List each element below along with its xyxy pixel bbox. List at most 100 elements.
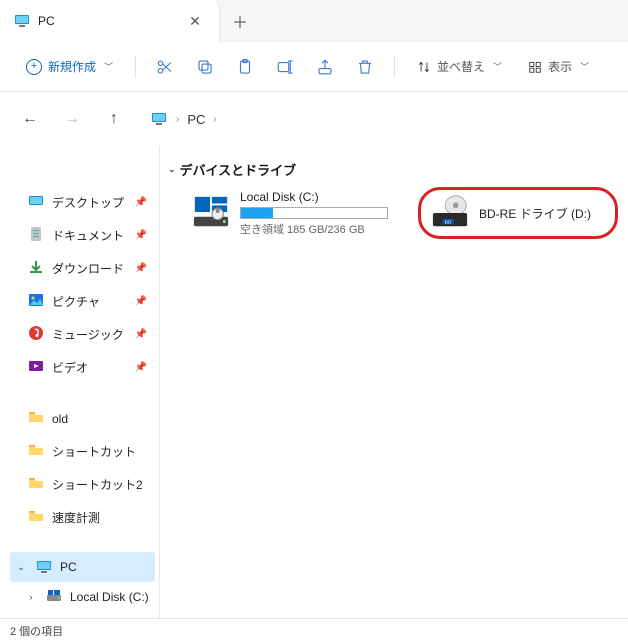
back-button[interactable]: ←	[14, 103, 46, 135]
forward-button[interactable]: →	[56, 103, 88, 135]
chevron-down-icon: ﹀	[493, 60, 502, 73]
desktop-icon	[28, 193, 44, 212]
address-bar[interactable]: › PC ›	[150, 111, 217, 127]
local-disk-icon	[192, 194, 230, 232]
pin-icon: 📌	[135, 329, 147, 340]
view-label: 表示	[548, 58, 572, 75]
folder-icon	[28, 442, 44, 461]
sidebar-item-label: old	[52, 412, 151, 426]
sidebar-pc-label: PC	[60, 560, 151, 574]
view-icon	[528, 60, 542, 74]
title-bar: PC ✕ ＋	[0, 0, 628, 42]
plus-circle-icon: +	[26, 59, 42, 75]
sidebar-item-music-4[interactable]: ミュージック 📌	[10, 318, 155, 351]
up-button[interactable]: ↑	[98, 103, 130, 135]
pin-icon: 📌	[135, 362, 147, 373]
status-bar: 2 個の項目	[0, 618, 628, 642]
sidebar-item-label: ピクチャ	[52, 293, 127, 310]
sidebar-item-picture-3[interactable]: ピクチャ 📌	[10, 285, 155, 318]
drive-local-disk-c[interactable]: Local Disk (C:) 空き領域 185 GB/236 GB	[190, 187, 390, 239]
sidebar-item-label: ビデオ	[52, 359, 127, 376]
sidebar-item-document-1[interactable]: ドキュメント 📌	[10, 219, 155, 252]
expand-icon[interactable]: ⌄	[14, 562, 28, 573]
sidebar-item-folder-8[interactable]: ショートカット2	[10, 468, 155, 501]
separator	[135, 56, 136, 78]
download-icon	[28, 259, 44, 278]
sidebar-item-folder-9[interactable]: 速度計測	[10, 501, 155, 534]
tab-close-button[interactable]: ✕	[181, 7, 209, 35]
chevron-right-icon: ›	[213, 114, 216, 125]
sidebar-local-disk-label: Local Disk (C:)	[70, 590, 151, 604]
delete-button[interactable]	[348, 50, 382, 84]
toolbar: + 新規作成 ﹀ 並べ替え ﹀ 表示 ﹀	[0, 42, 628, 92]
pin-icon: 📌	[135, 197, 147, 208]
sidebar-item-label: ショートカット	[52, 443, 151, 460]
sidebar-item-folder-6[interactable]: old	[10, 402, 155, 435]
content-pane: ⌄ デバイスとドライブ Local D	[160, 146, 628, 618]
sort-button[interactable]: 並べ替え ﹀	[407, 52, 512, 81]
capacity-bar	[240, 207, 388, 219]
drive-icon	[46, 589, 62, 605]
view-button[interactable]: 表示 ﹀	[518, 52, 599, 81]
capacity-text: 空き領域 185 GB/236 GB	[240, 221, 388, 237]
sidebar-item-desktop-0[interactable]: デスクトップ📌	[10, 186, 155, 219]
drive-info: BD-RE ドライブ (D:)	[479, 205, 605, 222]
sidebar: デスクトップ📌ドキュメント📌ダウンロード📌ピクチャ📌ミュージック📌ビデオ📌old…	[0, 146, 160, 618]
svg-text:BD: BD	[445, 219, 452, 225]
music-icon	[28, 325, 44, 344]
sidebar-item-label: ショートカット2	[52, 476, 151, 493]
rename-button[interactable]	[268, 50, 302, 84]
tab-title: PC	[38, 14, 173, 28]
drive-bd-re-d[interactable]: BD BD-RE ドライブ (D:)	[418, 187, 618, 239]
separator	[394, 56, 395, 78]
drive-name: Local Disk (C:)	[240, 190, 388, 204]
pc-icon	[150, 111, 168, 127]
pc-icon	[36, 559, 52, 575]
pc-icon	[14, 13, 30, 29]
chevron-down-icon: ﹀	[580, 60, 589, 73]
rename-icon	[276, 58, 294, 76]
scissors-icon	[156, 58, 174, 76]
drive-info: Local Disk (C:) 空き領域 185 GB/236 GB	[240, 190, 388, 237]
share-icon	[316, 58, 334, 76]
new-button[interactable]: + 新規作成 ﹀	[16, 52, 123, 81]
sidebar-item-download-2[interactable]: ダウンロード📌	[10, 252, 155, 285]
collapse-icon[interactable]: ⌄	[168, 164, 176, 175]
chevron-right-icon: ›	[176, 114, 179, 125]
copy-icon	[196, 58, 214, 76]
paste-button[interactable]	[228, 50, 262, 84]
sort-icon	[417, 60, 431, 74]
picture-icon	[28, 292, 44, 311]
sidebar-item-local-disk[interactable]: › Local Disk (C:)	[10, 582, 155, 612]
sidebar-item-folder-7[interactable]: ショートカット	[10, 435, 155, 468]
breadcrumb-root[interactable]: PC	[187, 112, 205, 127]
clipboard-icon	[236, 58, 254, 76]
pin-icon: 📌	[135, 230, 147, 241]
status-text: 2 個の項目	[10, 623, 63, 639]
share-button[interactable]	[308, 50, 342, 84]
sidebar-item-label: ドキュメント	[52, 227, 127, 244]
cut-button[interactable]	[148, 50, 182, 84]
video-icon	[28, 358, 44, 377]
main-area: デスクトップ📌ドキュメント📌ダウンロード📌ピクチャ📌ミュージック📌ビデオ📌old…	[0, 146, 628, 618]
sidebar-item-label: ミュージック	[52, 326, 127, 343]
copy-button[interactable]	[188, 50, 222, 84]
sidebar-item-pc[interactable]: ⌄ PC	[10, 552, 155, 582]
tab-pc[interactable]: PC ✕	[0, 0, 220, 42]
sidebar-item-label: 速度計測	[52, 509, 151, 526]
sidebar-item-video-5[interactable]: ビデオ 📌	[10, 351, 155, 384]
group-header-devices[interactable]: ⌄ デバイスとドライブ	[166, 156, 622, 187]
document-icon	[28, 226, 44, 245]
drive-name: BD-RE ドライブ (D:)	[479, 205, 605, 222]
chevron-down-icon: ﹀	[104, 60, 113, 73]
nav-bar: ← → ↑ › PC ›	[0, 92, 628, 146]
optical-drive-icon: BD	[431, 194, 469, 232]
folder-icon	[28, 508, 44, 527]
new-tab-button[interactable]: ＋	[220, 0, 260, 42]
new-button-label: 新規作成	[48, 58, 96, 75]
pin-icon: 📌	[135, 296, 147, 307]
sort-label: 並べ替え	[437, 58, 485, 75]
expand-icon[interactable]: ›	[24, 592, 38, 602]
pin-icon: 📌	[135, 263, 147, 274]
folder-icon	[28, 475, 44, 494]
